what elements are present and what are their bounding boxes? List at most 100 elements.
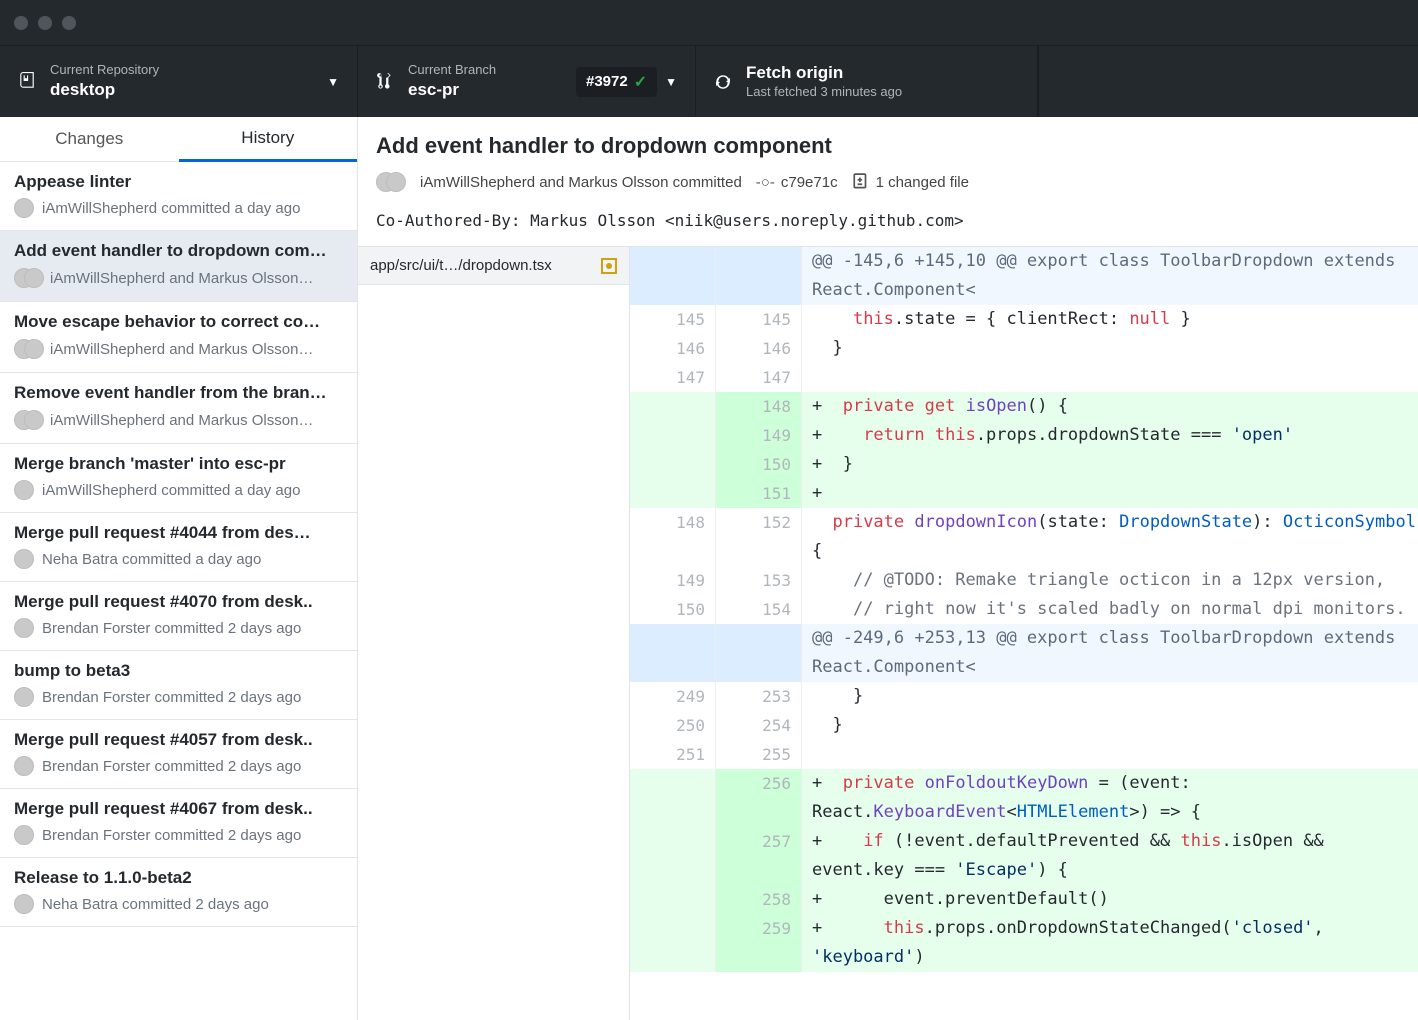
commit-item-meta: iAmWillShepherd and Markus Olsson… bbox=[14, 409, 343, 431]
diff-line: 258+ event.preventDefault() bbox=[630, 885, 1418, 914]
commit-item[interactable]: Merge pull request #4070 from desk.. Bren… bbox=[0, 582, 357, 651]
commit-item-title: Appease linter bbox=[14, 172, 343, 192]
window-close-icon[interactable] bbox=[14, 16, 28, 30]
commit-item[interactable]: Remove event handler from the bran… iAmWi… bbox=[0, 373, 357, 444]
file-item[interactable]: app/src/ui/t…/dropdown.tsx bbox=[358, 247, 629, 285]
commit-title: Add event handler to dropdown component bbox=[376, 133, 1400, 159]
branch-selector[interactable]: Current Branch esc-pr #3972 ✓ ▼ bbox=[358, 46, 696, 117]
diff-line: 249253 } bbox=[630, 682, 1418, 711]
repo-icon bbox=[18, 72, 36, 90]
commit-item-meta: Brendan Forster committed 2 days ago bbox=[14, 825, 343, 845]
commit-item-meta: iAmWillShepherd and Markus Olsson… bbox=[14, 267, 343, 289]
commit-item-title: Merge pull request #4067 from desk.. bbox=[14, 799, 343, 819]
commit-item-meta: Brendan Forster committed 2 days ago bbox=[14, 756, 343, 776]
commit-body: Co-Authored-By: Markus Olsson <niik@user… bbox=[358, 203, 1418, 246]
commit-detail: Add event handler to dropdown component … bbox=[358, 117, 1418, 1020]
commit-item-title: Release to 1.1.0-beta2 bbox=[14, 868, 343, 888]
repo-label: Current Repository bbox=[50, 62, 159, 79]
diff-line: 150+ } bbox=[630, 450, 1418, 479]
repo-value: desktop bbox=[50, 79, 159, 101]
commit-list[interactable]: Appease linter iAmWillShepherd committed … bbox=[0, 162, 357, 1020]
diff-line: @@ -145,6 +145,10 @@ export class Toolba… bbox=[630, 247, 1418, 305]
commit-item[interactable]: Appease linter iAmWillShepherd committed … bbox=[0, 162, 357, 231]
commit-item-meta-text: Brendan Forster committed 2 days ago bbox=[42, 620, 301, 637]
commit-item-title: Merge pull request #4044 from des… bbox=[14, 523, 343, 543]
avatar bbox=[14, 687, 34, 707]
branch-value: esc-pr bbox=[408, 79, 496, 101]
commit-item-title: Merge pull request #4057 from desk.. bbox=[14, 730, 343, 750]
commit-item-meta: Neha Batra committed a day ago bbox=[14, 549, 343, 569]
commit-item-meta-text: Brendan Forster committed 2 days ago bbox=[42, 758, 301, 775]
avatar-pair bbox=[14, 267, 42, 289]
commit-item[interactable]: Merge pull request #4057 from desk.. Bren… bbox=[0, 720, 357, 789]
commit-item-meta-text: Neha Batra committed a day ago bbox=[42, 551, 261, 568]
chevron-down-icon: ▼ bbox=[327, 75, 339, 89]
modified-icon bbox=[601, 258, 617, 274]
commit-item-meta-text: iAmWillShepherd and Markus Olsson… bbox=[50, 341, 313, 358]
file-list: app/src/ui/t…/dropdown.tsx bbox=[358, 246, 630, 1020]
commit-item-title: bump to beta3 bbox=[14, 661, 343, 681]
commit-item-meta-text: iAmWillShepherd and Markus Olsson… bbox=[50, 270, 313, 287]
window-minimize-icon[interactable] bbox=[38, 16, 52, 30]
pr-badge[interactable]: #3972 ✓ bbox=[576, 67, 657, 97]
diff-view[interactable]: @@ -145,6 +145,10 @@ export class Toolba… bbox=[630, 246, 1418, 1020]
commit-item-title: Merge pull request #4070 from desk.. bbox=[14, 592, 343, 612]
commit-item-title: Remove event handler from the bran… bbox=[14, 383, 343, 403]
avatar bbox=[14, 894, 34, 914]
commit-item[interactable]: Merge pull request #4044 from des… Neha B… bbox=[0, 513, 357, 582]
check-icon: ✓ bbox=[634, 72, 647, 92]
diff-line: 149153 // @TODO: Remake triangle octicon… bbox=[630, 566, 1418, 595]
commit-item[interactable]: Move escape behavior to correct co… iAmWi… bbox=[0, 302, 357, 373]
pr-number: #3972 bbox=[586, 73, 628, 90]
commit-item-title: Merge branch 'master' into esc-pr bbox=[14, 454, 343, 474]
diff-line: @@ -249,6 +253,13 @@ export class Toolba… bbox=[630, 624, 1418, 682]
avatar bbox=[14, 549, 34, 569]
commit-icon: -○- bbox=[756, 174, 775, 191]
commit-item-title: Move escape behavior to correct co… bbox=[14, 312, 343, 332]
commit-item-meta: iAmWillShepherd committed a day ago bbox=[14, 480, 343, 500]
sync-icon bbox=[714, 73, 732, 91]
commit-item-meta: iAmWillShepherd committed a day ago bbox=[14, 198, 343, 218]
avatar bbox=[14, 618, 34, 638]
diff-line: 257+ if (!event.defaultPrevented && this… bbox=[630, 827, 1418, 885]
commit-item-meta-text: Brendan Forster committed 2 days ago bbox=[42, 689, 301, 706]
commit-authors: iAmWillShepherd and Markus Olsson commit… bbox=[420, 174, 742, 191]
branch-label: Current Branch bbox=[408, 62, 496, 79]
diff-line: 147147 bbox=[630, 363, 1418, 392]
diff-line: 250254 } bbox=[630, 711, 1418, 740]
tab-changes[interactable]: Changes bbox=[0, 117, 179, 161]
avatar-pair bbox=[14, 409, 42, 431]
commit-item-meta: iAmWillShepherd and Markus Olsson… bbox=[14, 338, 343, 360]
title-bar bbox=[0, 0, 1418, 45]
diff-line: 256+ private onFoldoutKeyDown = (event: … bbox=[630, 769, 1418, 827]
commit-item-meta: Neha Batra committed 2 days ago bbox=[14, 894, 343, 914]
commit-item[interactable]: Release to 1.1.0-beta2 Neha Batra committ… bbox=[0, 858, 357, 927]
commit-item-meta-text: Neha Batra committed 2 days ago bbox=[42, 896, 269, 913]
commit-item-meta: Brendan Forster committed 2 days ago bbox=[14, 687, 343, 707]
commit-item[interactable]: Merge branch 'master' into esc-pr iAmWill… bbox=[0, 444, 357, 513]
file-path: app/src/ui/t…/dropdown.tsx bbox=[370, 257, 552, 274]
commit-item[interactable]: bump to beta3 Brendan Forster committed 2… bbox=[0, 651, 357, 720]
commit-item-meta-text: Brendan Forster committed 2 days ago bbox=[42, 827, 301, 844]
commit-item[interactable]: Merge pull request #4067 from desk.. Bren… bbox=[0, 789, 357, 858]
avatar bbox=[14, 756, 34, 776]
avatar-pair bbox=[14, 338, 42, 360]
commit-item-meta-text: iAmWillShepherd committed a day ago bbox=[42, 200, 300, 217]
diff-line: 148+ private get isOpen() { bbox=[630, 392, 1418, 421]
repo-selector[interactable]: Current Repository desktop ▼ bbox=[0, 46, 358, 117]
fetch-button[interactable]: Fetch origin Last fetched 3 minutes ago bbox=[696, 46, 1038, 117]
commit-item[interactable]: Add event handler to dropdown com…iAmWil… bbox=[0, 231, 357, 302]
diff-line: 151+ bbox=[630, 479, 1418, 508]
avatar bbox=[386, 172, 406, 192]
commit-item-meta-text: iAmWillShepherd and Markus Olsson… bbox=[50, 412, 313, 429]
fetch-label: Fetch origin bbox=[746, 62, 902, 84]
window-zoom-icon[interactable] bbox=[62, 16, 76, 30]
diff-line: 251255 bbox=[630, 740, 1418, 769]
changed-files: 1 changed file bbox=[876, 174, 969, 191]
commit-item-meta: Brendan Forster committed 2 days ago bbox=[14, 618, 343, 638]
diff-line: 150154 // right now it's scaled badly on… bbox=[630, 595, 1418, 624]
tab-history[interactable]: History bbox=[179, 117, 358, 162]
avatar bbox=[14, 198, 34, 218]
avatar bbox=[14, 825, 34, 845]
diff-line: 149+ return this.props.dropdownState ===… bbox=[630, 421, 1418, 450]
